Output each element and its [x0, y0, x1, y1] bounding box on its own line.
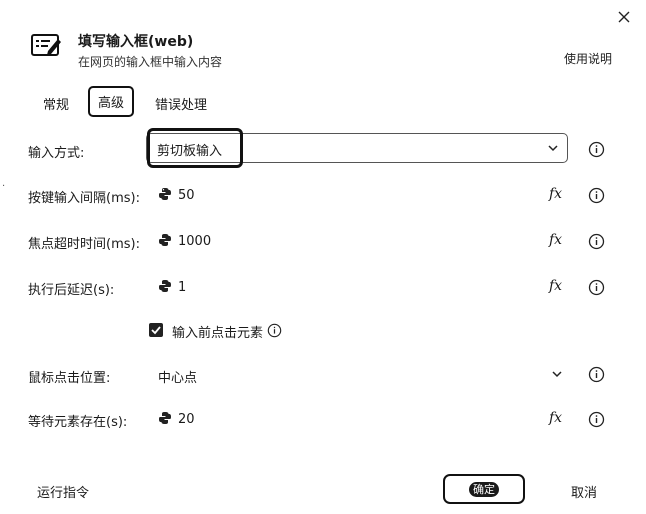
click-before-label[interactable]: 输入前点击元素	[172, 322, 263, 341]
click-before-checkbox[interactable]	[149, 323, 163, 337]
fx-icon[interactable]: fx	[549, 186, 562, 202]
tab-advanced[interactable]: 高级	[88, 86, 135, 117]
cancel-button[interactable]: 取消	[571, 482, 597, 501]
chevron-down-icon[interactable]	[551, 368, 563, 380]
input-method-select[interactable]: 剪切板输入	[146, 128, 568, 168]
info-icon[interactable]	[588, 233, 605, 250]
form-edit-icon	[30, 31, 62, 59]
help-link[interactable]: 使用说明	[564, 50, 612, 67]
input-method-label: 输入方式:	[28, 146, 85, 161]
post-delay-value: 1	[178, 280, 187, 295]
tab-error-handling[interactable]: 错误处理	[155, 94, 207, 113]
wait-element-field[interactable]: 20	[158, 411, 195, 427]
ok-button[interactable]: 确定	[443, 474, 525, 504]
tab-general[interactable]: 常规	[43, 94, 69, 113]
dialog-title: 填写输入框(web)	[78, 34, 194, 50]
post-delay-label: 执行后延迟(s):	[28, 283, 115, 298]
key-interval-field[interactable]: 50	[158, 187, 195, 203]
click-position-label: 鼠标点击位置:	[28, 371, 111, 386]
chevron-down-icon	[548, 145, 558, 152]
edge-mark: ·	[2, 181, 6, 192]
wait-element-label: 等待元素存在(s):	[28, 415, 128, 430]
input-method-value: 剪切板输入	[157, 144, 223, 159]
fx-icon[interactable]: fx	[549, 232, 562, 248]
fx-icon[interactable]: fx	[549, 278, 562, 294]
focus-timeout-field[interactable]: 1000	[158, 233, 211, 249]
dialog-subtitle: 在网页的输入框中输入内容	[78, 55, 223, 69]
info-icon[interactable]	[588, 141, 605, 158]
python-icon	[159, 280, 171, 292]
fx-icon[interactable]: fx	[549, 410, 562, 426]
close-icon[interactable]	[613, 6, 635, 28]
info-icon[interactable]	[588, 366, 605, 383]
python-icon	[159, 412, 171, 424]
info-icon[interactable]	[588, 279, 605, 296]
info-icon[interactable]	[588, 411, 605, 428]
post-delay-field[interactable]: 1	[158, 279, 186, 295]
key-interval-label: 按键输入间隔(ms):	[28, 191, 140, 206]
run-command-button[interactable]: 运行指令	[37, 482, 89, 501]
click-position-select[interactable]: 中心点	[158, 367, 197, 386]
key-interval-value: 50	[178, 188, 195, 203]
info-icon[interactable]	[267, 323, 282, 338]
python-icon	[159, 188, 171, 200]
focus-timeout-label: 焦点超时时间(ms):	[28, 237, 140, 252]
info-icon[interactable]	[588, 187, 605, 204]
focus-timeout-value: 1000	[178, 234, 212, 249]
wait-element-value: 20	[178, 412, 195, 427]
ok-button-label: 确定	[469, 482, 499, 497]
python-icon	[159, 234, 171, 246]
